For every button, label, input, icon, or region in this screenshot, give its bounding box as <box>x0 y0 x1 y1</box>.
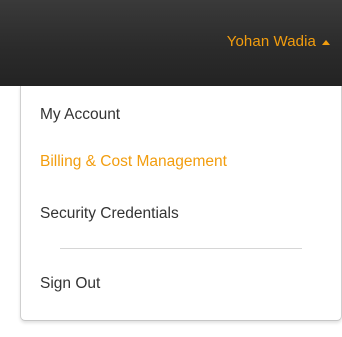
menu-item-my-account[interactable]: My Account <box>40 106 120 124</box>
menu-item-sign-out[interactable]: Sign Out <box>40 275 100 293</box>
menu-item-billing-cost-management[interactable]: Billing & Cost Management <box>40 153 227 171</box>
user-account-menu-toggle[interactable]: Yohan Wadia <box>227 33 330 50</box>
menu-divider <box>60 248 302 249</box>
top-navigation-bar: Yohan Wadia <box>0 0 342 86</box>
caret-up-icon <box>322 39 330 45</box>
user-name-label: Yohan Wadia <box>226 33 316 50</box>
menu-item-security-credentials[interactable]: Security Credentials <box>40 205 179 223</box>
